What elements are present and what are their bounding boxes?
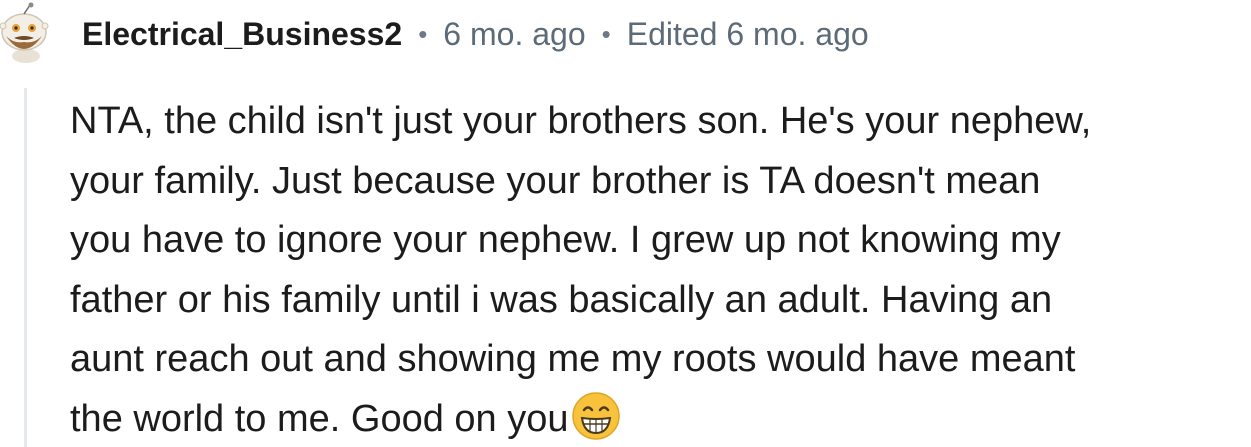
comment-line: NTA, the child isn't just your brothers … xyxy=(70,100,1092,142)
comment-line: aunt reach out and showing me my roots w… xyxy=(70,338,1076,380)
comment-line: father or his family until i was basical… xyxy=(70,278,1053,321)
separator-dot: • xyxy=(601,18,611,49)
comment-line: you have to ignore your nephew. I grew u… xyxy=(70,219,1061,261)
thread-line[interactable] xyxy=(24,88,27,447)
timestamp[interactable]: 6 mo. ago xyxy=(443,16,585,53)
comment-line: your family. Just because your brother i… xyxy=(70,159,1041,202)
edited-label: Edited 6 mo. ago xyxy=(626,15,869,52)
comment: Electrical_Business2 • 6 mo. ago • Edite… xyxy=(0,0,1251,447)
comment-body: NTA, the child isn't just your brothers … xyxy=(70,92,1245,447)
comment-last-line: the world to me. Good on you xyxy=(70,390,1245,447)
avatar[interactable] xyxy=(0,2,56,64)
comment-header: Electrical_Business2 • 6 mo. ago • Edite… xyxy=(82,10,869,58)
snoo-avatar-icon xyxy=(0,2,49,63)
username-link[interactable]: Electrical_Business2 xyxy=(82,16,402,53)
comment-line-text: the world to me. Good on you xyxy=(70,397,569,440)
grinning-face-emoji-icon xyxy=(571,391,620,440)
separator-dot: • xyxy=(418,18,428,49)
